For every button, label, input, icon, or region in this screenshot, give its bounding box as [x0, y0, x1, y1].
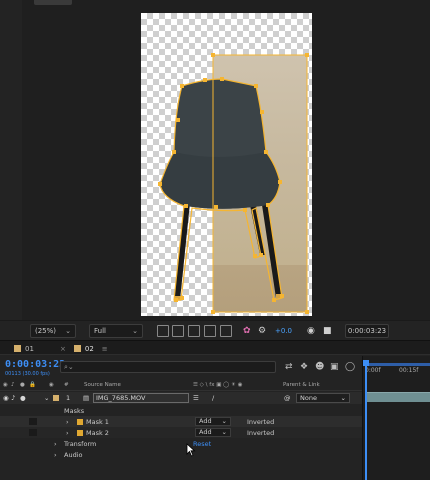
- timeline-tabs: 01 × 02 ≡: [0, 341, 430, 355]
- zoom-dropdown[interactable]: (25%) ⌄: [30, 324, 76, 338]
- mask-row[interactable]: › Mask 1 Add ⌄ Inverted: [0, 416, 362, 427]
- ruler-mark-label: 00:15f: [399, 367, 419, 374]
- layer-panel: 0:00:03:23 00113 (30.00 fps) ⌕⌄ ⇄ ❖ ☻ ▣ …: [0, 356, 362, 480]
- layer-label-swatch[interactable]: [53, 395, 59, 401]
- lock-header-icon[interactable]: 🔒: [29, 382, 36, 388]
- audio-label: Audio: [64, 451, 83, 459]
- expand-chevron-icon[interactable]: ›: [66, 429, 69, 437]
- audio-group-row[interactable]: › Audio: [0, 449, 362, 460]
- solo-icon[interactable]: ●: [20, 394, 26, 402]
- layer-duration-bar[interactable]: [367, 392, 430, 402]
- chevron-down-icon: ⌄: [340, 394, 346, 402]
- mask-color-swatch[interactable]: [77, 430, 83, 436]
- ruler-start-label: 0:00f: [365, 367, 381, 374]
- transform-label: Transform: [64, 440, 97, 448]
- tab-label: 01: [25, 344, 34, 353]
- lock-slot[interactable]: [29, 418, 37, 425]
- masks-label: Masks: [64, 407, 85, 415]
- pick-whip-icon[interactable]: @: [284, 394, 291, 402]
- footage-icon: ▤: [83, 394, 90, 402]
- layer-name-field[interactable]: IMG_7685.MOV: [93, 393, 189, 403]
- shy-layers-icon[interactable]: ☻: [315, 362, 324, 372]
- tab-label: 02: [84, 344, 94, 353]
- column-parent-header[interactable]: Parent & Link: [283, 382, 320, 388]
- close-icon[interactable]: ×: [60, 345, 66, 353]
- mask-row[interactable]: › Mask 2 Add ⌄ Inverted: [0, 427, 362, 438]
- mask-inverted-checkbox[interactable]: Inverted: [247, 429, 274, 437]
- chevron-down-icon: ⌄: [65, 327, 71, 335]
- layer-search-input[interactable]: ⌕⌄: [60, 361, 276, 373]
- time-graph[interactable]: 0:00f 00:15f: [362, 356, 430, 480]
- show-snapshot-icon[interactable]: ■: [323, 324, 332, 338]
- zoom-value: (25%): [35, 327, 57, 335]
- playhead-handle[interactable]: [363, 360, 369, 366]
- color-channels-icon[interactable]: ✿: [243, 324, 251, 338]
- switches-header-icon: ☰ ◇ \ fx ▣ ◯ ☀ ◉: [193, 382, 243, 388]
- grid-guides-icon[interactable]: [204, 325, 216, 337]
- current-timecode[interactable]: 0:00:03:23: [5, 359, 65, 370]
- label-header-icon[interactable]: ◉: [49, 382, 54, 388]
- column-headers: ◉ ♪ ● 🔒 ◉ # Source Name ☰ ◇ \ fx ▣ ◯ ☀ ◉…: [0, 380, 362, 391]
- frame-rate-readout: 00113 (30.00 fps): [5, 371, 50, 377]
- viewer-toolbar: (25%) ⌄ Full ⌄ ✿ ⚙ +0.0 ◉ ■ 0:00:03:23: [0, 320, 430, 340]
- speaker-icon[interactable]: ♪: [11, 394, 15, 402]
- tab-comp-01[interactable]: 01: [14, 343, 34, 354]
- transform-group-row[interactable]: › Transform Reset: [0, 438, 362, 449]
- color-settings-icon[interactable]: ⚙: [258, 324, 266, 338]
- parent-value: None: [300, 394, 317, 402]
- time-ruler[interactable]: 0:00f 00:15f: [363, 356, 430, 378]
- safe-zones-icon[interactable]: [220, 325, 232, 337]
- mask-visibility-icon[interactable]: [188, 325, 200, 337]
- parent-dropdown[interactable]: None ⌄: [296, 393, 350, 403]
- mask-name[interactable]: Mask 2: [86, 429, 109, 437]
- column-number-header: #: [64, 382, 69, 388]
- motion-blur-icon[interactable]: ◯: [345, 362, 355, 372]
- tab-comp-02[interactable]: × 02 ≡: [60, 343, 108, 354]
- chevron-down-icon: ⌄: [221, 417, 227, 425]
- comp-mini-flowchart-icon[interactable]: ⇄: [285, 362, 293, 372]
- current-time-indicator[interactable]: [365, 360, 367, 480]
- mask-mode-dropdown[interactable]: Add ⌄: [195, 417, 231, 426]
- snapshot-icon[interactable]: ◉: [307, 324, 315, 338]
- masks-group-row[interactable]: Masks: [0, 405, 362, 416]
- comp-icon: [73, 345, 81, 352]
- mask-inverted-checkbox[interactable]: Inverted: [247, 418, 274, 426]
- quality-switch-icon[interactable]: /: [212, 394, 214, 402]
- video-toggle-header-icon[interactable]: ◉: [3, 382, 8, 388]
- column-source-header[interactable]: Source Name: [84, 382, 121, 388]
- region-of-interest-icon[interactable]: [157, 325, 169, 337]
- work-area-bar[interactable]: [365, 363, 430, 366]
- chevron-down-icon: ⌄: [132, 327, 138, 335]
- solo-header-icon[interactable]: ●: [20, 382, 25, 388]
- composition-viewer: [0, 0, 430, 320]
- mask-name[interactable]: Mask 1: [86, 418, 109, 426]
- mask-mode-value: Add: [199, 428, 212, 436]
- panel-menu-icon[interactable]: ≡: [102, 345, 108, 353]
- mouse-cursor-icon: [186, 443, 196, 457]
- chevron-down-icon: ⌄: [221, 428, 227, 436]
- mask-color-swatch[interactable]: [77, 419, 83, 425]
- mask-mode-value: Add: [199, 417, 212, 425]
- layer-number: 1: [66, 394, 71, 402]
- timeline-panel: 01 × 02 ≡ 0:00:03:23 00113 (30.00 fps) ⌕…: [0, 340, 430, 480]
- resolution-value: Full: [94, 327, 106, 335]
- comp-icon: [14, 345, 21, 352]
- mask-mode-dropdown[interactable]: Add ⌄: [195, 428, 231, 437]
- viewer-time-display[interactable]: 0:00:03:23: [345, 324, 389, 338]
- eye-icon[interactable]: ◉: [3, 394, 9, 402]
- transparency-grid-icon[interactable]: [172, 325, 184, 337]
- expand-chevron-icon[interactable]: ⌄: [44, 394, 49, 402]
- draft-3d-icon[interactable]: ❖: [300, 362, 308, 372]
- expand-chevron-icon[interactable]: ›: [54, 440, 57, 448]
- lock-slot[interactable]: [29, 429, 37, 436]
- expand-chevron-icon[interactable]: ›: [54, 451, 57, 459]
- chair-and-masks[interactable]: [0, 0, 430, 320]
- frame-blending-icon[interactable]: ▣: [330, 362, 339, 372]
- shy-switch-icon[interactable]: ☰: [193, 394, 199, 402]
- layer-row[interactable]: ◉ ♪ ● ⌄ 1 ▤ IMG_7685.MOV ☰ / @ None ⌄: [0, 392, 362, 404]
- exposure-value[interactable]: +0.0: [275, 324, 292, 338]
- expand-chevron-icon[interactable]: ›: [66, 418, 69, 426]
- resolution-dropdown[interactable]: Full ⌄: [89, 324, 143, 338]
- audio-toggle-header-icon[interactable]: ♪: [11, 382, 15, 388]
